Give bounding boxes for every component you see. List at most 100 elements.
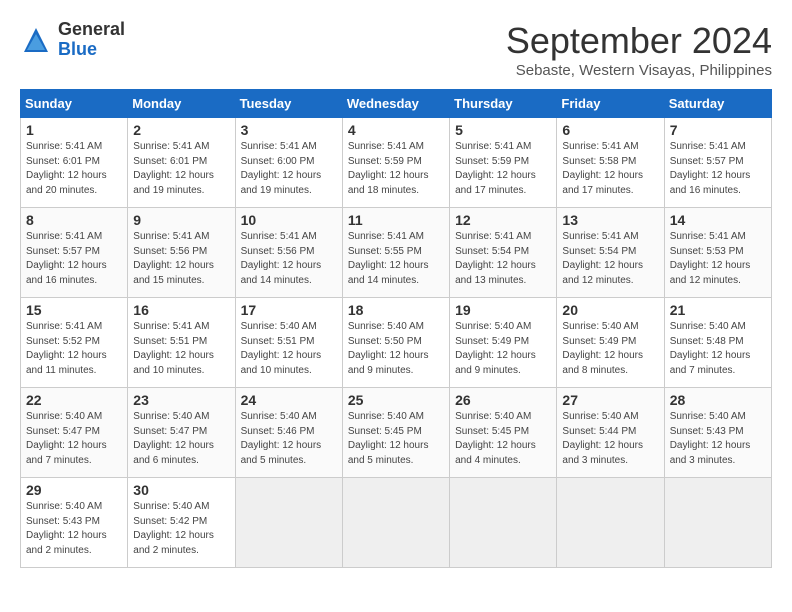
calendar-cell <box>664 478 771 568</box>
calendar-cell: 13Sunrise: 5:41 AMSunset: 5:54 PMDayligh… <box>557 208 664 298</box>
calendar-cell: 11Sunrise: 5:41 AMSunset: 5:55 PMDayligh… <box>342 208 449 298</box>
day-number: 10 <box>241 212 337 228</box>
logo-general-label: General <box>58 20 125 40</box>
calendar-cell: 26Sunrise: 5:40 AMSunset: 5:45 PMDayligh… <box>450 388 557 478</box>
calendar-cell: 29 Sunrise: 5:40 AMSunset: 5:43 PMDayligh… <box>21 478 128 568</box>
calendar-cell: 25Sunrise: 5:40 AMSunset: 5:45 PMDayligh… <box>342 388 449 478</box>
day-number: 25 <box>348 392 444 408</box>
day-info: Sunrise: 5:40 AMSunset: 5:43 PMDaylight:… <box>26 500 122 558</box>
col-header-monday: Monday <box>128 90 235 118</box>
day-info: Sunrise: 5:40 AMSunset: 5:47 PMDaylight:… <box>133 410 229 468</box>
day-info: Sunrise: 5:40 AMSunset: 5:49 PMDaylight:… <box>455 320 551 378</box>
calendar-cell: 5 Sunrise: 5:41 AMSunset: 5:59 PMDaylight… <box>450 118 557 208</box>
calendar-week-row-5: 29 Sunrise: 5:40 AMSunset: 5:43 PMDayligh… <box>21 478 772 568</box>
day-info: Sunrise: 5:41 AMSunset: 5:58 PMDaylight:… <box>562 140 658 198</box>
day-number: 4 <box>348 122 444 138</box>
calendar-cell: 3 Sunrise: 5:41 AMSunset: 6:00 PMDaylight… <box>235 118 342 208</box>
calendar-cell: 19 Sunrise: 5:40 AMSunset: 5:49 PMDayligh… <box>450 298 557 388</box>
day-number: 27 <box>562 392 658 408</box>
day-number: 12 <box>455 212 551 228</box>
day-number: 30 <box>133 482 229 498</box>
location-subtitle: Sebaste, Western Visayas, Philippines <box>506 62 772 79</box>
day-number: 19 <box>455 302 551 318</box>
day-number: 21 <box>670 302 766 318</box>
day-info: Sunrise: 5:41 AMSunset: 5:56 PMDaylight:… <box>133 230 229 288</box>
day-info: Sunrise: 5:41 AMSunset: 5:56 PMDaylight:… <box>241 230 337 288</box>
logo: General Blue <box>20 20 125 60</box>
day-info: Sunrise: 5:41 AMSunset: 5:57 PMDaylight:… <box>670 140 766 198</box>
day-info: Sunrise: 5:40 AMSunset: 5:50 PMDaylight:… <box>348 320 444 378</box>
month-title: September 2024 <box>506 20 772 62</box>
day-number: 26 <box>455 392 551 408</box>
day-number: 20 <box>562 302 658 318</box>
day-info: Sunrise: 5:41 AMSunset: 5:52 PMDaylight:… <box>26 320 122 378</box>
calendar-cell <box>342 478 449 568</box>
col-header-friday: Friday <box>557 90 664 118</box>
day-info: Sunrise: 5:40 AMSunset: 5:51 PMDaylight:… <box>241 320 337 378</box>
calendar-cell: 28Sunrise: 5:40 AMSunset: 5:43 PMDayligh… <box>664 388 771 478</box>
col-header-sunday: Sunday <box>21 90 128 118</box>
calendar-cell: 23 Sunrise: 5:40 AMSunset: 5:47 PMDayligh… <box>128 388 235 478</box>
day-info: Sunrise: 5:41 AMSunset: 5:57 PMDaylight:… <box>26 230 122 288</box>
day-info: Sunrise: 5:40 AMSunset: 5:42 PMDaylight:… <box>133 500 229 558</box>
calendar-cell: 24Sunrise: 5:40 AMSunset: 5:46 PMDayligh… <box>235 388 342 478</box>
day-number: 3 <box>241 122 337 138</box>
day-number: 17 <box>241 302 337 318</box>
header: General Blue September 2024 Sebaste, Wes… <box>20 20 772 79</box>
col-header-thursday: Thursday <box>450 90 557 118</box>
day-number: 6 <box>562 122 658 138</box>
col-header-tuesday: Tuesday <box>235 90 342 118</box>
day-number: 5 <box>455 122 551 138</box>
calendar-cell: 2 Sunrise: 5:41 AMSunset: 6:01 PMDaylight… <box>128 118 235 208</box>
calendar-cell: 14Sunrise: 5:41 AMSunset: 5:53 PMDayligh… <box>664 208 771 298</box>
day-info: Sunrise: 5:41 AMSunset: 5:59 PMDaylight:… <box>455 140 551 198</box>
logo-blue-label: Blue <box>58 40 125 60</box>
day-info: Sunrise: 5:41 AMSunset: 6:01 PMDaylight:… <box>26 140 122 198</box>
calendar-week-row-2: 8 Sunrise: 5:41 AMSunset: 5:57 PMDaylight… <box>21 208 772 298</box>
day-info: Sunrise: 5:41 AMSunset: 6:00 PMDaylight:… <box>241 140 337 198</box>
calendar-cell: 21 Sunrise: 5:40 AMSunset: 5:48 PMDayligh… <box>664 298 771 388</box>
calendar-cell: 4 Sunrise: 5:41 AMSunset: 5:59 PMDaylight… <box>342 118 449 208</box>
title-area: September 2024 Sebaste, Western Visayas,… <box>506 20 772 79</box>
day-number: 22 <box>26 392 122 408</box>
calendar-cell: 30 Sunrise: 5:40 AMSunset: 5:42 PMDayligh… <box>128 478 235 568</box>
calendar-cell: 27 Sunrise: 5:40 AMSunset: 5:44 PMDayligh… <box>557 388 664 478</box>
day-number: 8 <box>26 212 122 228</box>
day-info: Sunrise: 5:40 AMSunset: 5:43 PMDaylight:… <box>670 410 766 468</box>
day-number: 23 <box>133 392 229 408</box>
day-info: Sunrise: 5:40 AMSunset: 5:49 PMDaylight:… <box>562 320 658 378</box>
day-info: Sunrise: 5:41 AMSunset: 6:01 PMDaylight:… <box>133 140 229 198</box>
calendar-cell <box>557 478 664 568</box>
day-info: Sunrise: 5:41 AMSunset: 5:59 PMDaylight:… <box>348 140 444 198</box>
calendar-cell: 17 Sunrise: 5:40 AMSunset: 5:51 PMDayligh… <box>235 298 342 388</box>
day-number: 16 <box>133 302 229 318</box>
col-header-wednesday: Wednesday <box>342 90 449 118</box>
col-header-saturday: Saturday <box>664 90 771 118</box>
day-info: Sunrise: 5:40 AMSunset: 5:44 PMDaylight:… <box>562 410 658 468</box>
day-number: 13 <box>562 212 658 228</box>
calendar-cell: 10 Sunrise: 5:41 AMSunset: 5:56 PMDayligh… <box>235 208 342 298</box>
calendar-cell: 1 Sunrise: 5:41 AMSunset: 6:01 PMDaylight… <box>21 118 128 208</box>
calendar-week-row-3: 15 Sunrise: 5:41 AMSunset: 5:52 PMDayligh… <box>21 298 772 388</box>
day-info: Sunrise: 5:40 AMSunset: 5:47 PMDaylight:… <box>26 410 122 468</box>
calendar-cell: 16 Sunrise: 5:41 AMSunset: 5:51 PMDayligh… <box>128 298 235 388</box>
calendar-week-row-4: 22 Sunrise: 5:40 AMSunset: 5:47 PMDayligh… <box>21 388 772 478</box>
day-number: 9 <box>133 212 229 228</box>
day-number: 15 <box>26 302 122 318</box>
calendar-cell: 18 Sunrise: 5:40 AMSunset: 5:50 PMDayligh… <box>342 298 449 388</box>
day-number: 2 <box>133 122 229 138</box>
day-number: 1 <box>26 122 122 138</box>
calendar-cell: 22 Sunrise: 5:40 AMSunset: 5:47 PMDayligh… <box>21 388 128 478</box>
day-info: Sunrise: 5:40 AMSunset: 5:48 PMDaylight:… <box>670 320 766 378</box>
calendar-cell: 15 Sunrise: 5:41 AMSunset: 5:52 PMDayligh… <box>21 298 128 388</box>
calendar-table: SundayMondayTuesdayWednesdayThursdayFrid… <box>20 89 772 568</box>
calendar-cell: 9 Sunrise: 5:41 AMSunset: 5:56 PMDaylight… <box>128 208 235 298</box>
calendar-cell: 7 Sunrise: 5:41 AMSunset: 5:57 PMDaylight… <box>664 118 771 208</box>
day-number: 7 <box>670 122 766 138</box>
calendar-cell: 12Sunrise: 5:41 AMSunset: 5:54 PMDayligh… <box>450 208 557 298</box>
day-number: 18 <box>348 302 444 318</box>
day-number: 11 <box>348 212 444 228</box>
day-info: Sunrise: 5:41 AMSunset: 5:51 PMDaylight:… <box>133 320 229 378</box>
day-number: 29 <box>26 482 122 498</box>
logo-text: General Blue <box>58 20 125 60</box>
